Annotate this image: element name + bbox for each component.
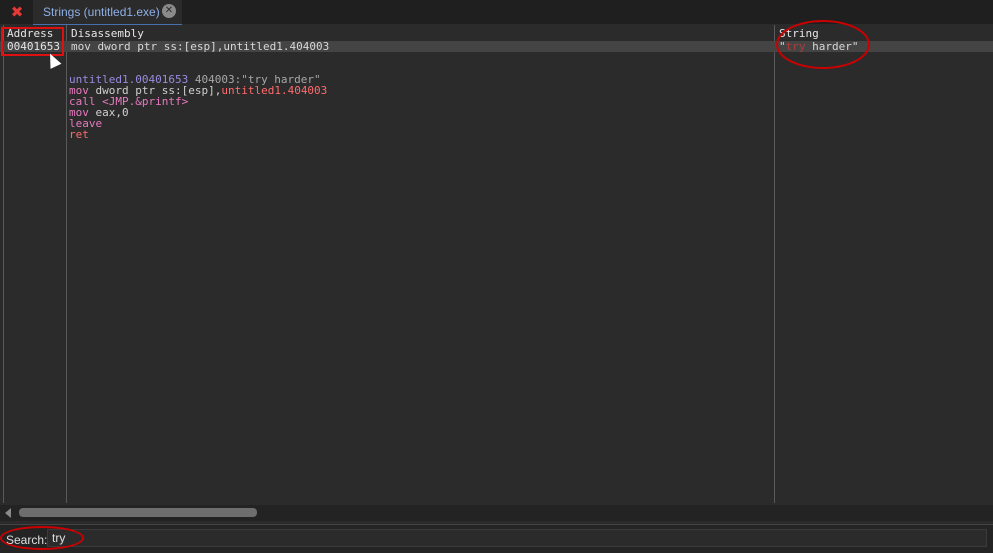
row-disassembly[interactable]: mov dword ptr ss:[esp],untitled1.404003 [71,40,329,53]
tab-label: Strings (untitled1.exe) [43,5,160,19]
tab-strings[interactable]: Strings (untitled1.exe) ✕ [33,0,182,25]
column-divider[interactable] [66,25,67,503]
scroll-thumb[interactable] [19,508,257,517]
search-bar: Search: [0,524,993,553]
column-divider[interactable] [774,25,775,503]
search-annotation-ellipse [0,526,84,550]
close-all-tabs-icon[interactable]: ✖ [9,4,25,20]
tab-close-icon[interactable]: ✕ [162,4,176,18]
code-operand-address: untitled1.404003 [221,84,328,97]
scroll-left-arrow-icon[interactable] [5,508,11,518]
code-mnemonic: ret [69,128,89,141]
horizontal-scrollbar[interactable] [0,505,993,521]
string-annotation-ellipse [776,20,870,69]
column-divider [3,25,4,503]
disassembly-preview: untitled1.00401653 404003:"try harder" m… [69,74,327,140]
strings-table: Address Disassembly String 00401653 mov … [0,25,993,503]
column-header-disassembly[interactable]: Disassembly [71,27,144,40]
search-input[interactable] [47,529,987,547]
tab-bar: ✖ Strings (untitled1.exe) ✕ [0,0,993,25]
